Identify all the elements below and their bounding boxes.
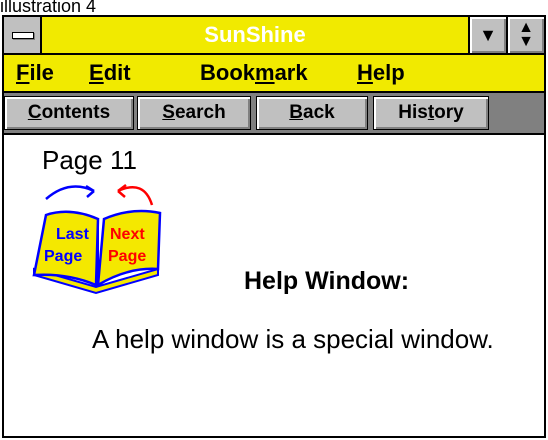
previous-page-arrow-icon[interactable] (45, 185, 95, 200)
up-down-arrows-icon: ▲ ▼ (518, 19, 534, 50)
minimize-button[interactable]: ▼ (468, 17, 506, 53)
contents-accel: C (27, 102, 42, 123)
menu-bookmark[interactable]: Bookmark (200, 55, 308, 91)
contents-button[interactable]: Contents (4, 96, 134, 130)
menu-help-label: elp (372, 60, 405, 85)
menu-edit-accel: E (89, 60, 104, 85)
search-label: earch (174, 102, 226, 123)
restore-button[interactable]: ▲ ▼ (506, 17, 544, 53)
back-button[interactable]: Back (256, 96, 368, 130)
book-left-label-1: Last (56, 226, 90, 243)
button-bar: Contents Search Back History (4, 93, 544, 135)
history-label: ory (434, 102, 464, 123)
menu-bookmark-pre: Book (200, 60, 255, 85)
page-navigation-book-icon[interactable]: Last Page Next Page (24, 177, 174, 295)
window-title: SunShine (204, 22, 306, 47)
illustration-caption: illustration 4 (0, 0, 97, 16)
menu-edit[interactable]: Edit (89, 55, 131, 91)
menu-file-label: ile (29, 60, 54, 85)
triangle-down-icon: ▼ (479, 24, 497, 45)
menu-bar: File Edit Bookmark Help (4, 55, 544, 93)
book-right-label-2: Page (108, 248, 146, 265)
contents-label: ontents (41, 102, 111, 123)
history-button[interactable]: History (373, 96, 489, 130)
search-accel: S (162, 102, 175, 123)
menu-help[interactable]: Help (357, 55, 405, 91)
book-left-label-2: Page (44, 248, 82, 265)
back-label: ack (303, 102, 335, 123)
page-number: Page 11 (42, 145, 137, 175)
menu-help-accel: H (357, 60, 373, 85)
menu-bookmark-accel: m (255, 60, 275, 85)
search-button[interactable]: Search (137, 96, 251, 130)
back-accel: B (289, 102, 304, 123)
help-window: SunShine ▼ ▲ ▼ File Edit Bookmark Help Co… (2, 15, 546, 438)
menu-bookmark-label: ark (274, 60, 308, 85)
help-body-text: A help window is a special window. (92, 324, 494, 354)
book-right-label-1: Next (110, 226, 145, 243)
help-content: Page 11 Last Page Next Page Help Window:… (4, 135, 544, 436)
help-heading: Help Window: (244, 267, 410, 295)
history-pre: His (398, 102, 428, 123)
menu-edit-label: dit (103, 60, 131, 85)
menu-file[interactable]: File (16, 55, 54, 91)
title-bar[interactable]: SunShine ▼ ▲ ▼ (4, 17, 544, 55)
menu-file-accel: F (16, 60, 30, 85)
system-menu-button[interactable] (4, 17, 42, 53)
system-menu-icon (12, 32, 34, 39)
